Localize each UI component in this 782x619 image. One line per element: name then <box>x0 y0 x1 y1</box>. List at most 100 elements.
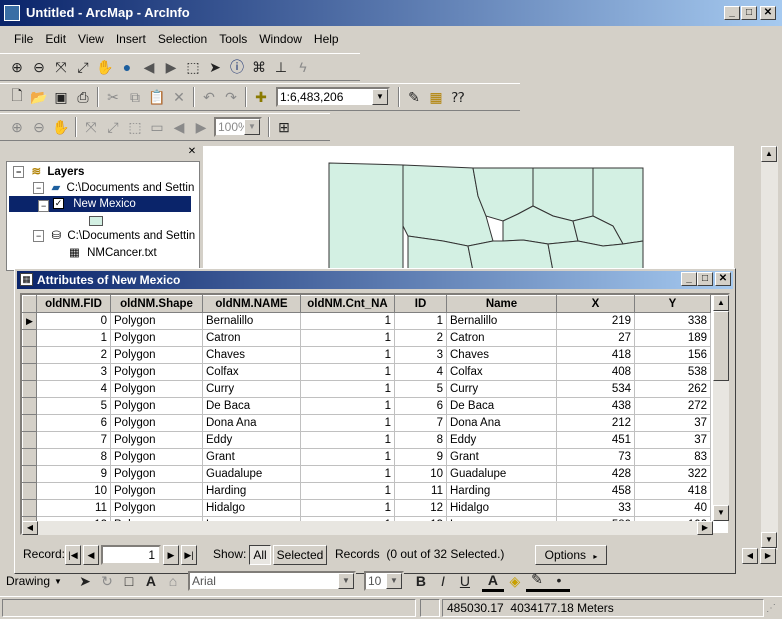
column-header[interactable]: oldNM.Shape <box>110 295 203 313</box>
row-selector[interactable] <box>22 414 37 432</box>
cnt-cell[interactable]: 1 <box>300 380 395 398</box>
column-header[interactable]: Y <box>634 295 711 313</box>
close-button[interactable]: ✕ <box>760 6 776 20</box>
id-cell[interactable]: 11 <box>394 482 447 500</box>
attributes-close-button[interactable]: ✕ <box>715 272 731 286</box>
last-record-button[interactable]: ▶| <box>181 545 197 565</box>
add-data-icon[interactable]: ✚ <box>250 86 272 108</box>
scroll-up-icon[interactable]: ▲ <box>761 146 777 162</box>
id-cell[interactable]: 7 <box>394 414 447 432</box>
menu-file[interactable]: File <box>8 32 39 46</box>
name-cell[interactable]: Grant <box>202 448 301 466</box>
column-header[interactable]: X <box>556 295 635 313</box>
paste-icon[interactable]: 📋 <box>146 86 168 108</box>
maximize-button[interactable]: □ <box>741 6 757 20</box>
name-cell[interactable]: Chaves <box>202 346 301 364</box>
cut-icon[interactable]: ✂ <box>102 86 124 108</box>
row-selector[interactable] <box>22 499 37 517</box>
name-cell[interactable]: Harding <box>202 482 301 500</box>
name2-cell[interactable]: Catron <box>446 329 557 347</box>
fid-cell[interactable]: 8 <box>36 448 111 466</box>
copy-icon[interactable]: ⧉ <box>124 86 146 108</box>
map-scale-combo[interactable]: 1:6,483,206 ▼ <box>276 87 390 107</box>
cnt-cell[interactable]: 1 <box>300 414 395 432</box>
id-cell[interactable]: 5 <box>394 380 447 398</box>
fid-cell[interactable]: 1 <box>36 329 111 347</box>
y-cell[interactable]: 40 <box>634 499 711 517</box>
toc-layers[interactable]: − ≋ Layers <box>13 164 84 180</box>
minimize-button[interactable]: _ <box>724 6 740 20</box>
row-selector-header[interactable] <box>22 295 37 313</box>
layout-zoom-combo[interactable]: 100% ▼ <box>214 117 262 137</box>
table-row[interactable]: 6 Polygon Dona Ana 1 7 Dona Ana 212 37 <box>22 414 711 432</box>
new-mexico-map[interactable] <box>203 146 734 272</box>
scroll-thumb[interactable] <box>713 311 729 381</box>
table-row[interactable]: 2 Polygon Chaves 1 3 Chaves 418 156 <box>22 346 711 364</box>
layout-zoom-out-icon[interactable]: ⊖ <box>28 116 50 138</box>
scroll-down-icon[interactable]: ▼ <box>761 532 777 548</box>
redo-icon[interactable]: ↷ <box>220 86 242 108</box>
record-number-input[interactable]: 1 <box>101 545 161 565</box>
x-cell[interactable]: 438 <box>556 397 635 415</box>
name2-cell[interactable]: Hidalgo <box>446 499 557 517</box>
table-row[interactable]: 7 Polygon Eddy 1 8 Eddy 451 37 <box>22 431 711 449</box>
row-selector[interactable] <box>22 482 37 500</box>
attributes-minimize-button[interactable]: _ <box>681 272 697 286</box>
find-binoculars-icon[interactable]: ⌘ <box>248 56 270 78</box>
arcmap-app-icon[interactable] <box>4 5 20 21</box>
row-selector[interactable] <box>22 363 37 381</box>
drawing-dropdown-icon[interactable]: ▼ <box>54 577 62 586</box>
id-cell[interactable]: 2 <box>394 329 447 347</box>
layer-visibility-checkbox[interactable]: ✓ <box>53 198 64 210</box>
shape-cell[interactable]: Polygon <box>110 363 203 381</box>
rotate-icon[interactable]: ↻ <box>96 570 118 592</box>
toc-source-1[interactable]: − ▰ C:\Documents and Settin <box>33 180 194 196</box>
cnt-cell[interactable]: 1 <box>300 482 395 500</box>
previous-record-button[interactable]: ◀ <box>83 545 99 565</box>
row-selector[interactable]: ▶ <box>22 312 37 330</box>
underline-button[interactable]: U <box>454 570 476 592</box>
font-size-combo[interactable]: 10 ▼ <box>363 571 404 591</box>
show-selected-button[interactable]: Selected <box>273 545 327 565</box>
attributes-maximize-button[interactable]: □ <box>697 272 713 286</box>
fid-cell[interactable]: 4 <box>36 380 111 398</box>
collapse-toggle-icon[interactable]: − <box>38 200 50 212</box>
table-row[interactable]: 10 Polygon Harding 1 11 Harding 458 418 <box>22 482 711 500</box>
toc-source-2[interactable]: − ⛁ C:\Documents and Settin <box>33 228 195 244</box>
column-header[interactable]: ID <box>394 295 447 313</box>
delete-icon[interactable]: ✕ <box>168 86 190 108</box>
name-cell[interactable]: Dona Ana <box>202 414 301 432</box>
id-cell[interactable]: 9 <box>394 448 447 466</box>
table-row[interactable]: 3 Polygon Colfax 1 4 Colfax 408 538 <box>22 363 711 381</box>
collapse-toggle-icon[interactable]: − <box>33 182 45 194</box>
id-cell[interactable]: 4 <box>394 363 447 381</box>
whats-this-help-icon[interactable]: ⁇ <box>447 86 469 108</box>
layout-fixed-zoom-in-icon[interactable]: ⤧ <box>80 116 102 138</box>
y-cell[interactable]: 37 <box>634 431 711 449</box>
options-button[interactable]: Options ▸ <box>535 545 607 565</box>
chevron-down-icon[interactable]: ▼ <box>337 573 354 589</box>
scroll-left-icon[interactable]: ◀ <box>742 548 758 564</box>
shape-cell[interactable]: Polygon <box>110 431 203 449</box>
name-cell[interactable]: De Baca <box>202 397 301 415</box>
shape-cell[interactable]: Polygon <box>110 397 203 415</box>
name2-cell[interactable]: Guadalupe <box>446 465 557 483</box>
table-horizontal-scrollbar[interactable]: ◀ ▶ <box>22 521 713 535</box>
drawing-menu[interactable]: Drawing <box>6 574 50 588</box>
table-row[interactable]: 4 Polygon Curry 1 5 Curry 534 262 <box>22 380 711 398</box>
forward-arrow-icon[interactable]: ▶ <box>160 56 182 78</box>
open-folder-icon[interactable]: 📂 <box>28 86 50 108</box>
cnt-cell[interactable]: 1 <box>300 363 395 381</box>
x-cell[interactable]: 458 <box>556 482 635 500</box>
name2-cell[interactable]: Grant <box>446 448 557 466</box>
name-cell[interactable]: Bernalillo <box>202 312 301 330</box>
zoom-100-icon[interactable]: ▭ <box>146 116 168 138</box>
pan-hand-icon[interactable]: ✋ <box>94 56 116 78</box>
y-cell[interactable]: 418 <box>634 482 711 500</box>
chevron-down-icon[interactable]: ▼ <box>385 573 402 589</box>
show-all-button[interactable]: All <box>249 545 271 565</box>
y-cell[interactable]: 156 <box>634 346 711 364</box>
table-row[interactable]: 8 Polygon Grant 1 9 Grant 73 83 <box>22 448 711 466</box>
name-cell[interactable]: Eddy <box>202 431 301 449</box>
row-selector[interactable] <box>22 397 37 415</box>
